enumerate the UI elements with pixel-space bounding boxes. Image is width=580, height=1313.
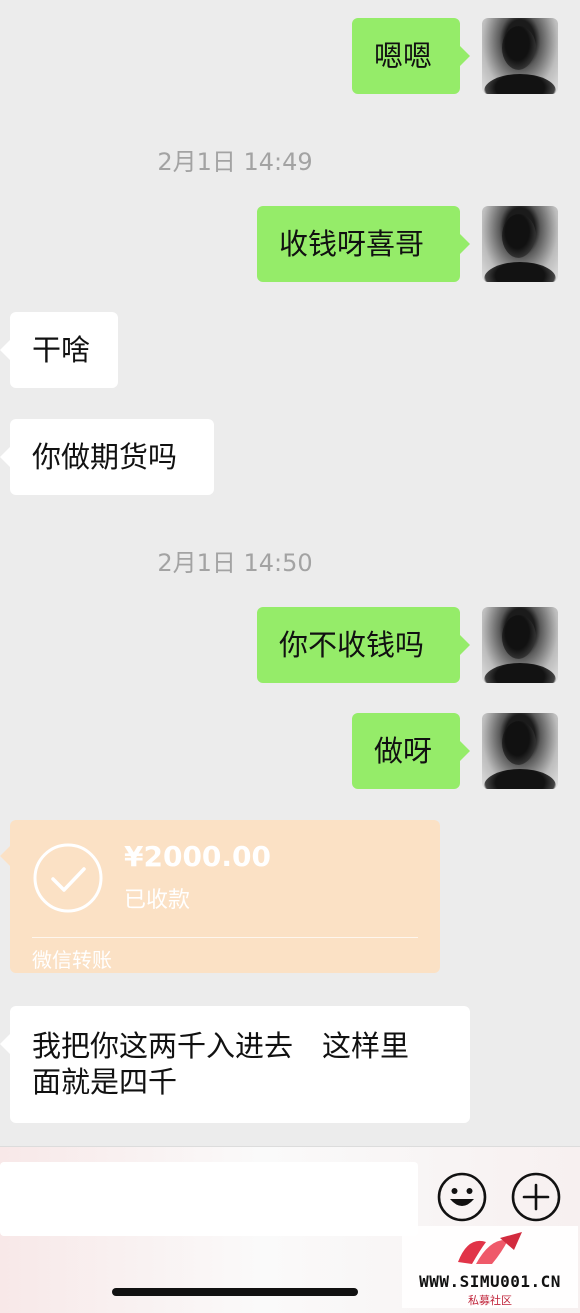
plus-icon[interactable] (510, 1171, 562, 1223)
timestamp: 2月1日 14:50 (157, 549, 313, 577)
outgoing-message[interactable]: 嗯嗯 (352, 18, 470, 94)
message-text-line: 面就是四千 (32, 1065, 178, 1099)
transfer-divider (32, 937, 418, 938)
sender-avatar[interactable] (482, 713, 558, 789)
outgoing-message[interactable]: 你不收钱吗 (257, 607, 470, 683)
watermark-subtext: 私募社区 (468, 1294, 512, 1307)
message-input[interactable] (0, 1162, 418, 1236)
watermark-logo (458, 1232, 522, 1264)
home-indicator[interactable] (112, 1288, 358, 1296)
outgoing-message[interactable]: 做呀 (352, 713, 470, 789)
outgoing-message[interactable]: 收钱呀喜哥 (257, 206, 470, 282)
sender-avatar[interactable] (482, 18, 558, 94)
transfer-footer: 微信转账 (32, 948, 112, 972)
message-text: 你不收钱吗 (279, 628, 425, 662)
transfer-status: 已收款 (124, 888, 191, 913)
transfer-amount: ¥2000.00 (124, 840, 272, 873)
check-circle-icon (33, 843, 103, 913)
watermark: WWW.SIMU001.CN 私募社区 (402, 1226, 578, 1308)
message-text-line: 我把你这两千入进去 这样里 (32, 1029, 410, 1063)
timestamp: 2月1日 14:49 (157, 148, 313, 176)
incoming-message[interactable]: 你做期货吗 (0, 419, 214, 495)
message-text: 嗯嗯 (374, 39, 433, 73)
incoming-message[interactable]: 干啥 (0, 312, 118, 388)
sender-avatar[interactable] (482, 206, 558, 282)
sender-avatar[interactable] (482, 607, 558, 683)
message-text: 你做期货吗 (32, 440, 178, 474)
message-text: 干啥 (32, 333, 91, 367)
emoji-icon[interactable] (436, 1171, 488, 1223)
watermark-text: WWW.SIMU001.CN (419, 1272, 561, 1291)
incoming-message[interactable]: 我把你这两千入进去 这样里 面就是四千 (0, 1006, 470, 1123)
message-text: 收钱呀喜哥 (279, 227, 425, 261)
wechat-transfer-card[interactable]: ¥2000.00 已收款 微信转账 (0, 820, 440, 973)
message-text: 做呀 (374, 734, 433, 768)
